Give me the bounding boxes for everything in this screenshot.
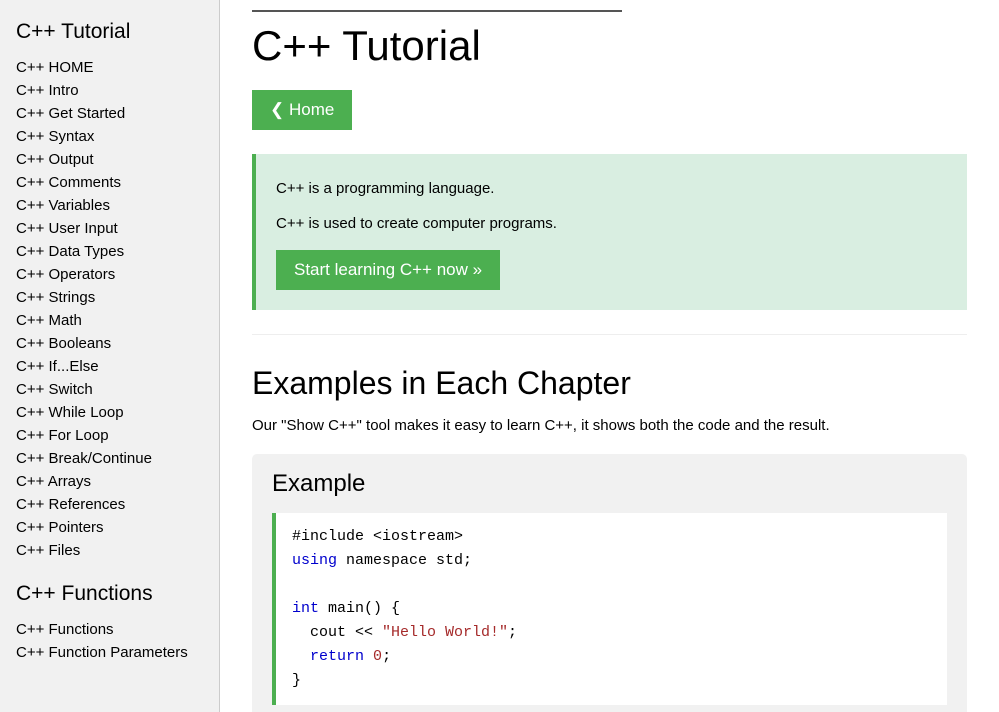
sidebar-item[interactable]: C++ For Loop [0, 424, 219, 447]
intro-panel: C++ is a programming language. C++ is us… [252, 154, 967, 310]
sidebar-item[interactable]: C++ Strings [0, 286, 219, 309]
sidebar-group-2: C++ FunctionsC++ Function Parameters [0, 618, 219, 664]
example-heading: Example [272, 470, 947, 498]
start-learning-button[interactable]: Start learning C++ now » [276, 250, 500, 290]
intro-text-1: C++ is a programming language. [276, 180, 947, 197]
top-divider [252, 10, 622, 12]
sidebar-item[interactable]: C++ Operators [0, 263, 219, 286]
intro-text-2: C++ is used to create computer programs. [276, 215, 947, 232]
code-block: #include <iostream> using namespace std;… [272, 513, 947, 705]
sidebar-item[interactable]: C++ User Input [0, 217, 219, 240]
sidebar-item[interactable]: C++ Pointers [0, 516, 219, 539]
sidebar-item[interactable]: C++ While Loop [0, 401, 219, 424]
examples-description: Our "Show C++" tool makes it easy to lea… [252, 417, 967, 434]
section-divider [252, 334, 967, 335]
sidebar-item[interactable]: C++ Break/Continue [0, 447, 219, 470]
sidebar-heading-functions: C++ Functions [16, 582, 219, 606]
sidebar-item[interactable]: C++ Booleans [0, 332, 219, 355]
sidebar-item[interactable]: C++ Output [0, 148, 219, 171]
sidebar-item[interactable]: C++ References [0, 493, 219, 516]
main-content: C++ Tutorial ❮ Home C++ is a programming… [220, 0, 999, 712]
sidebar-item[interactable]: C++ Get Started [0, 102, 219, 125]
home-button[interactable]: ❮ Home [252, 90, 352, 130]
sidebar-item[interactable]: C++ Functions [0, 618, 219, 641]
sidebar-item[interactable]: C++ Files [0, 539, 219, 562]
page-title: C++ Tutorial [252, 22, 967, 70]
sidebar-item[interactable]: C++ Math [0, 309, 219, 332]
sidebar-group-1: C++ HOMEC++ IntroC++ Get StartedC++ Synt… [0, 56, 219, 562]
sidebar-item[interactable]: C++ Function Parameters [0, 641, 219, 664]
sidebar-item[interactable]: C++ HOME [0, 56, 219, 79]
sidebar-item[interactable]: C++ Switch [0, 378, 219, 401]
sidebar-item[interactable]: C++ Arrays [0, 470, 219, 493]
example-panel: Example #include <iostream> using namesp… [252, 454, 967, 712]
sidebar-item[interactable]: C++ Variables [0, 194, 219, 217]
sidebar-item[interactable]: C++ Syntax [0, 125, 219, 148]
sidebar-item[interactable]: C++ If...Else [0, 355, 219, 378]
sidebar-item[interactable]: C++ Comments [0, 171, 219, 194]
sidebar-item[interactable]: C++ Data Types [0, 240, 219, 263]
examples-heading: Examples in Each Chapter [252, 365, 967, 402]
sidebar-item[interactable]: C++ Intro [0, 79, 219, 102]
sidebar-heading-tutorial: C++ Tutorial [16, 20, 219, 44]
sidebar: C++ Tutorial C++ HOMEC++ IntroC++ Get St… [0, 0, 220, 712]
